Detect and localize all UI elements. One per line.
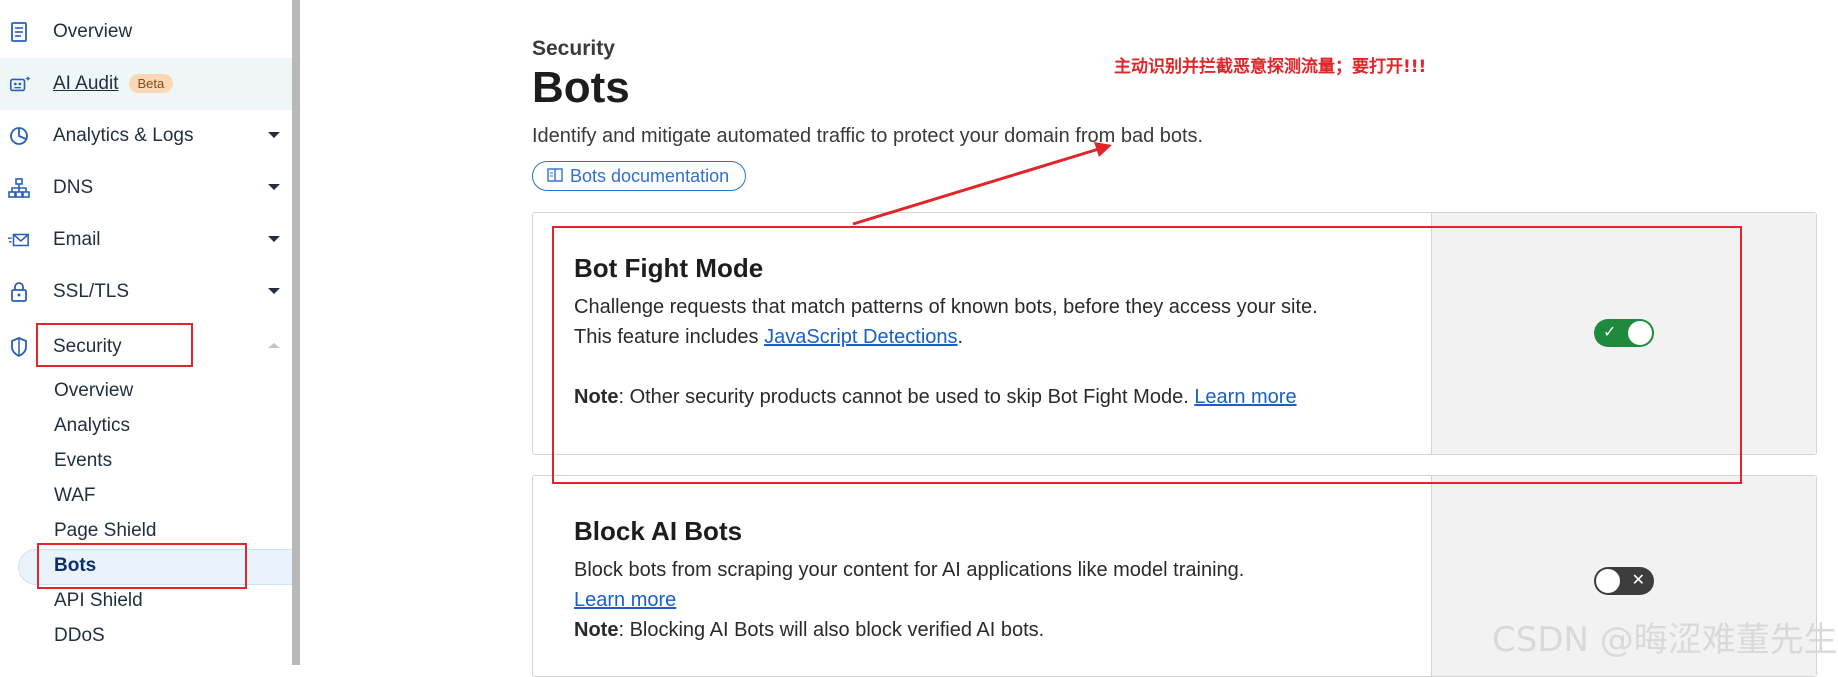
annotation-arrow (852, 142, 1112, 226)
annotation-text: 主动识别并拦截恶意探测流量；要打开!!! (1114, 57, 1427, 77)
watermark: CSDN @晦涩难董先生 (1492, 620, 1838, 660)
